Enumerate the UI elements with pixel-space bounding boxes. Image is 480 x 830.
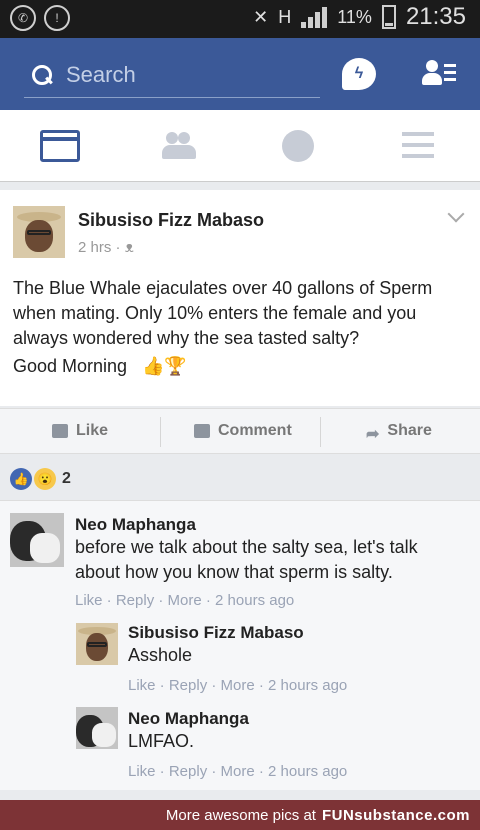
- status-bar: ✆ ! ✕ H 11% 21:35: [0, 0, 480, 38]
- footer-text: More awesome pics at: [165, 806, 316, 824]
- comment-text: before we talk about the salty sea, let'…: [75, 537, 418, 582]
- comments-section: Neo Maphanga before we talk about the sa…: [0, 500, 480, 790]
- friends-privacy-icon: ᴥ: [124, 239, 134, 256]
- comment-button[interactable]: Comment: [194, 422, 292, 440]
- search-icon: [32, 64, 52, 85]
- wow-reaction-icon: 😮: [34, 468, 56, 490]
- share-icon: ➦: [366, 426, 380, 443]
- app-bar: ϟ: [0, 38, 480, 110]
- comment-text: LMFAO.: [128, 731, 195, 751]
- thumbs-up-icon: [52, 424, 68, 438]
- search-bar[interactable]: [24, 52, 320, 98]
- comment-meta[interactable]: Like · Reply · More · 2 hours ago: [128, 677, 347, 694]
- avatar[interactable]: [76, 623, 118, 665]
- friends-icon[interactable]: [160, 130, 200, 162]
- nav-tabs: [0, 110, 480, 182]
- post-text: The Blue Whale ejaculates over 40 gallon…: [13, 278, 433, 348]
- post-author[interactable]: Sibusiso Fizz Mabaso: [78, 210, 264, 231]
- watermark-footer: More awesome pics at FUNsubstance.com: [0, 800, 480, 830]
- avatar[interactable]: [76, 707, 118, 749]
- comment-icon: [194, 424, 210, 438]
- avatar[interactable]: [10, 513, 64, 567]
- post-greeting: Good Morning: [13, 356, 128, 376]
- chevron-down-icon[interactable]: [447, 205, 465, 223]
- globe-icon[interactable]: [282, 130, 314, 162]
- messenger-icon[interactable]: ϟ: [342, 58, 376, 90]
- network-type: H: [278, 6, 292, 27]
- reaction-summary[interactable]: 👍 😮 2: [10, 468, 71, 490]
- comment-reply: Sibusiso Fizz Mabaso Asshole Like · Repl…: [128, 623, 347, 694]
- signal-icon: [301, 6, 328, 28]
- comment-meta[interactable]: Like · Reply · More · 2 hours ago: [128, 763, 347, 780]
- friend-requests-icon[interactable]: [422, 60, 456, 88]
- comment: Neo Maphanga before we talk about the sa…: [75, 515, 418, 609]
- comment-author[interactable]: Sibusiso Fizz Mabaso: [128, 623, 347, 643]
- battery-percent: 11%: [337, 6, 372, 27]
- comment-author[interactable]: Neo Maphanga: [75, 515, 418, 535]
- like-button[interactable]: Like: [52, 422, 108, 440]
- clock: 21:35: [405, 3, 466, 30]
- reaction-count: 2: [62, 470, 71, 487]
- post-card: Sibusiso Fizz Mabaso 2 hrs · ᴥ The Blue …: [0, 190, 480, 406]
- post-actions: Like Comment ➦ Share: [0, 408, 480, 454]
- mute-icon: ✕: [253, 6, 269, 27]
- newsfeed-icon[interactable]: [40, 130, 80, 162]
- comment-meta[interactable]: Like · Reply · More · 2 hours ago: [75, 592, 418, 609]
- search-input[interactable]: [66, 61, 306, 88]
- post-time: 2 hrs · ᴥ: [78, 239, 134, 256]
- battery-icon: [381, 5, 396, 29]
- comment-reply: Neo Maphanga LMFAO. Like · Reply · More …: [128, 709, 347, 780]
- avatar[interactable]: [13, 206, 65, 258]
- chat-notification-icon: !: [44, 5, 70, 31]
- whatsapp-icon: ✆: [10, 5, 36, 31]
- post-emojis: 👍🏆: [142, 356, 187, 376]
- footer-brand: FUNsubstance.com: [321, 806, 470, 824]
- comment-text: Asshole: [128, 645, 193, 665]
- comment-author[interactable]: Neo Maphanga: [128, 709, 347, 729]
- like-reaction-icon: 👍: [10, 468, 32, 490]
- share-button[interactable]: ➦ Share: [366, 422, 432, 443]
- menu-icon[interactable]: [402, 130, 442, 162]
